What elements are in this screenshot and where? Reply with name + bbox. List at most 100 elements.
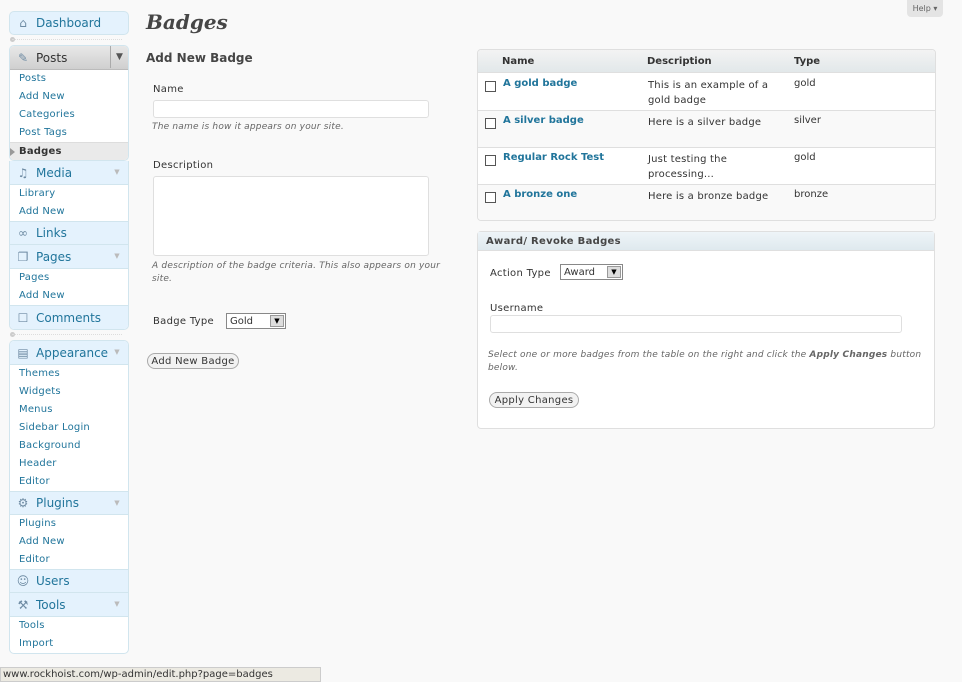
chevron-down-icon[interactable]: ▼ — [110, 46, 128, 68]
badge-type: gold — [794, 78, 816, 89]
award-help-pre: Select one or more badges from the table… — [488, 350, 810, 360]
menu-plugins-label: Plugins — [36, 496, 79, 510]
appearance-icon: ▤ — [17, 345, 29, 360]
submenu-plugins[interactable]: Plugins — [10, 515, 128, 533]
description-label: Description — [153, 160, 214, 171]
badge-name-link[interactable]: A bronze one — [503, 189, 577, 200]
submenu-categories[interactable]: Categories — [10, 106, 128, 124]
menu-dashboard[interactable]: ⌂ Dashboard — [9, 11, 129, 35]
menu-group-rest: ♫ Media ▼ Library Add New ∞ Links ❐ Page… — [9, 161, 129, 330]
users-icon: ☺ — [16, 574, 30, 588]
column-description-header[interactable]: Description — [647, 56, 712, 67]
submenu-import[interactable]: Import — [10, 635, 128, 653]
dropdown-arrow-icon[interactable]: ▼ — [270, 315, 284, 327]
submenu-media-add-new[interactable]: Add New — [10, 203, 128, 221]
action-type-select[interactable]: Award ▼ — [560, 264, 623, 280]
submenu-plugins-add-new[interactable]: Add New — [10, 533, 128, 551]
name-hint: The name is how it appears on your site. — [152, 122, 344, 132]
award-help-emphasis: Apply Changes — [809, 350, 888, 360]
table-row: A gold badge This is an example of a gol… — [478, 74, 935, 111]
badge-type-select[interactable]: Gold ▼ — [226, 313, 286, 329]
submenu-pages-add-new[interactable]: Add New — [10, 287, 128, 305]
menu-appearance-label: Appearance — [36, 345, 109, 360]
tools-icon: ⚒ — [17, 597, 29, 612]
submenu-menus[interactable]: Menus — [10, 401, 128, 419]
submenu-background[interactable]: Background — [10, 437, 128, 455]
award-revoke-panel: Award/ Revoke Badges Action Type Award ▼… — [477, 231, 935, 429]
award-panel-title: Award/ Revoke Badges — [478, 232, 934, 251]
action-type-value: Award — [564, 266, 596, 278]
add-badge-heading: Add New Badge — [146, 51, 253, 65]
username-label: Username — [490, 303, 544, 314]
dropdown-arrow-icon[interactable]: ▼ — [607, 266, 621, 278]
menu-posts-label: Posts — [36, 50, 68, 65]
action-type-label: Action Type — [490, 268, 551, 279]
menu-dashboard-label: Dashboard — [36, 16, 102, 30]
submenu-themes[interactable]: Themes — [10, 365, 128, 383]
add-new-badge-button[interactable]: Add New Badge — [147, 353, 239, 369]
submenu-sidebar-login[interactable]: Sidebar Login — [10, 419, 128, 437]
badge-type: gold — [794, 152, 816, 163]
chevron-down-icon[interactable]: ▼ — [110, 249, 124, 263]
menu-plugins[interactable]: ⚙ Plugins ▼ — [10, 491, 128, 515]
chevron-down-icon[interactable]: ▼ — [110, 496, 124, 510]
submenu-plugin-editor[interactable]: Editor — [10, 551, 128, 569]
menu-users[interactable]: ☺ Users — [10, 569, 128, 593]
submenu-badges[interactable]: Badges — [10, 142, 128, 160]
table-row: A bronze one Here is a bronze badge bron… — [478, 185, 935, 220]
chevron-down-icon[interactable]: ▼ — [110, 165, 124, 179]
menu-appearance[interactable]: ▤ Appearance ▼ — [10, 341, 128, 365]
submenu-library[interactable]: Library — [10, 185, 128, 203]
column-name-header[interactable]: Name — [502, 56, 534, 67]
submenu-posts[interactable]: Posts — [10, 70, 128, 88]
menu-group-appearance: ▤ Appearance ▼ Themes Widgets Menus Side… — [9, 340, 129, 654]
row-checkbox[interactable] — [485, 118, 496, 129]
badge-name-link[interactable]: A gold badge — [503, 78, 577, 89]
submenu-widgets[interactable]: Widgets — [10, 383, 128, 401]
chevron-down-icon[interactable]: ▼ — [110, 597, 124, 611]
chevron-down-icon[interactable]: ▼ — [110, 345, 124, 359]
badge-type-value: Gold — [230, 315, 253, 327]
pages-icon: ❐ — [17, 249, 29, 264]
username-input[interactable] — [490, 315, 902, 333]
menu-comments-label: Comments — [36, 310, 102, 325]
menu-media-label: Media — [36, 165, 73, 180]
menu-links-label: Links — [36, 226, 67, 240]
menu-links[interactable]: ∞ Links — [10, 221, 128, 245]
row-checkbox[interactable] — [485, 155, 496, 166]
column-type-header[interactable]: Type — [794, 56, 820, 67]
badge-description: Here is a silver badge — [648, 117, 762, 128]
plugin-icon: ⚙ — [17, 496, 29, 510]
page-title: Badges — [146, 10, 228, 34]
submenu-header[interactable]: Header — [10, 455, 128, 473]
menu-posts[interactable]: ✎ Posts ▼ — [10, 46, 128, 70]
table-header: Name Description Type — [478, 50, 935, 73]
badge-name-input[interactable] — [153, 100, 429, 118]
submenu-post-tags[interactable]: Post Tags — [10, 124, 128, 142]
badge-type: silver — [794, 115, 821, 126]
row-checkbox[interactable] — [485, 192, 496, 203]
admin-menu: ⌂ Dashboard ✎ Posts ▼ Posts Add New Cate… — [9, 11, 129, 654]
badge-name-link[interactable]: Regular Rock Test — [503, 152, 604, 163]
menu-pages-label: Pages — [36, 249, 72, 264]
apply-changes-button[interactable]: Apply Changes — [489, 392, 579, 408]
menu-pages[interactable]: ❐ Pages ▼ — [10, 245, 128, 269]
submenu-tools[interactable]: Tools — [10, 617, 128, 635]
menu-comments[interactable]: ☐ Comments — [10, 305, 128, 329]
submenu-posts-add-new[interactable]: Add New — [10, 88, 128, 106]
menu-tools-label: Tools — [36, 597, 66, 612]
link-icon: ∞ — [18, 226, 28, 240]
row-checkbox[interactable] — [485, 81, 496, 92]
submenu-theme-editor[interactable]: Editor — [10, 473, 128, 491]
table-row: A silver badge Here is a silver badge si… — [478, 111, 935, 148]
badge-name-link[interactable]: A silver badge — [503, 115, 584, 126]
badge-description-textarea[interactable] — [153, 176, 429, 256]
comment-icon: ☐ — [17, 310, 29, 325]
award-help-text: Select one or more badges from the table… — [488, 349, 928, 375]
menu-users-label: Users — [36, 574, 70, 588]
help-button[interactable]: Help ▾ — [907, 0, 943, 17]
menu-tools[interactable]: ⚒ Tools ▼ — [10, 593, 128, 617]
menu-media[interactable]: ♫ Media ▼ — [10, 161, 128, 185]
submenu-pages[interactable]: Pages — [10, 269, 128, 287]
badges-table: Name Description Type A gold badge This … — [477, 49, 936, 221]
